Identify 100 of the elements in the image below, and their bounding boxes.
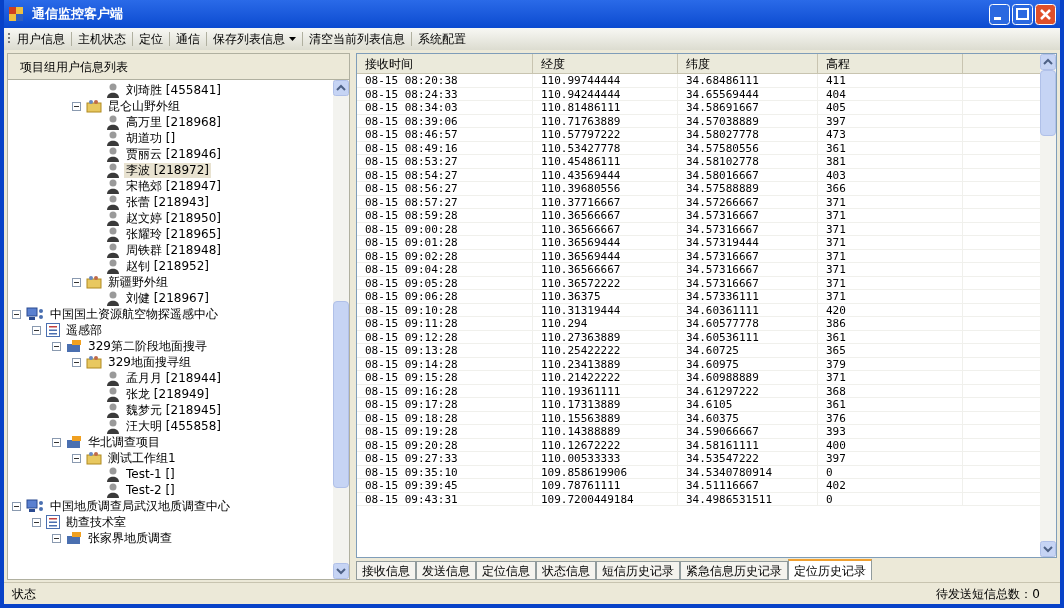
table-cell: 34.53547222 bbox=[678, 452, 818, 465]
scroll-thumb[interactable] bbox=[333, 301, 349, 489]
column-header[interactable]: 高程 bbox=[818, 54, 963, 73]
table-cell: 371 bbox=[818, 195, 963, 208]
collapse-icon[interactable] bbox=[52, 341, 61, 351]
close-icon[interactable] bbox=[1035, 3, 1056, 25]
tree-item[interactable]: 魏梦元 [218945] bbox=[124, 402, 223, 418]
collapse-icon[interactable] bbox=[12, 309, 21, 319]
tree-item[interactable]: 329地面搜寻组 bbox=[106, 354, 193, 370]
minimize-icon[interactable] bbox=[989, 3, 1010, 25]
tree-item[interactable]: 测试工作组1 bbox=[106, 450, 178, 466]
collapse-icon[interactable] bbox=[12, 501, 21, 511]
column-header[interactable]: 经度 bbox=[533, 54, 678, 73]
table-cell: 400 bbox=[818, 438, 963, 451]
tree-item[interactable]: 中国地质调查局武汉地质调查中心 bbox=[48, 498, 232, 514]
scroll-down-icon[interactable] bbox=[333, 563, 349, 579]
toolbar-button[interactable]: 保存列表信息 bbox=[207, 30, 302, 48]
table-cell: 34.51116667 bbox=[678, 479, 818, 492]
scrollbar[interactable] bbox=[333, 80, 349, 579]
tree-item[interactable]: 周铁群 [218948] bbox=[124, 242, 223, 258]
table-cell: 34.57038889 bbox=[678, 114, 818, 127]
collapse-icon[interactable] bbox=[32, 325, 41, 335]
table-cell: 08-15 09:06:28 bbox=[357, 290, 533, 303]
tree-item[interactable]: 胡道功 [] bbox=[124, 130, 178, 146]
toolbar-button[interactable]: 通信 bbox=[170, 30, 206, 48]
table-cell: 08-15 09:18:28 bbox=[357, 411, 533, 424]
folder-people-icon bbox=[86, 275, 102, 289]
tree-item[interactable]: 孟月月 [218944] bbox=[124, 370, 223, 386]
tree-item[interactable]: 勘查技术室 bbox=[64, 514, 128, 530]
tab[interactable]: 短信历史记录 bbox=[596, 561, 680, 580]
tree-item[interactable]: 华北调查项目 bbox=[86, 434, 162, 450]
network-icon bbox=[26, 307, 44, 321]
collapse-icon[interactable] bbox=[52, 533, 61, 543]
tree-item[interactable]: 中国国土资源航空物探遥感中心 bbox=[48, 306, 220, 322]
tree-item[interactable]: 李波 [218972] bbox=[124, 162, 211, 178]
tab[interactable]: 接收信息 bbox=[356, 561, 416, 580]
tab[interactable]: 发送信息 bbox=[416, 561, 476, 580]
toolbar-button[interactable]: 清空当前列表信息 bbox=[303, 30, 411, 48]
tab[interactable]: 状态信息 bbox=[536, 561, 596, 580]
table-cell: 110.31319444 bbox=[533, 303, 678, 316]
tree-item[interactable]: 张蕾 [218943] bbox=[124, 194, 211, 210]
tree-item[interactable]: 宋艳郊 [218947] bbox=[124, 178, 223, 194]
table-cell: 365 bbox=[818, 344, 963, 357]
tree-item[interactable]: 遥感部 bbox=[64, 322, 104, 338]
scrollbar[interactable] bbox=[1040, 54, 1056, 557]
person-icon bbox=[106, 130, 120, 146]
table-cell: 34.60375 bbox=[678, 411, 818, 424]
status-count: 待发送短信总数：0 bbox=[936, 585, 1041, 603]
tree-item[interactable]: 赵钊 [218952] bbox=[124, 258, 211, 274]
tree-item[interactable]: 汪大明 [455858] bbox=[124, 418, 223, 434]
tree-item[interactable]: Test-1 [] bbox=[124, 466, 177, 482]
table-cell: 08-15 09:15:28 bbox=[357, 371, 533, 384]
maximize-icon[interactable] bbox=[1012, 3, 1033, 25]
column-header[interactable]: 接收时间 bbox=[357, 54, 533, 73]
scroll-down-icon[interactable] bbox=[1040, 541, 1056, 557]
column-header[interactable]: 纬度 bbox=[678, 54, 818, 73]
tree-item[interactable]: 张耀玲 [218965] bbox=[124, 226, 223, 242]
tree-item[interactable]: 昆仑山野外组 bbox=[106, 98, 182, 114]
toolbar-button[interactable]: 系统配置 bbox=[412, 30, 472, 48]
table-cell: 34.57266667 bbox=[678, 195, 818, 208]
collapse-icon[interactable] bbox=[72, 101, 81, 111]
table-cell: 34.58691667 bbox=[678, 101, 818, 114]
tab[interactable]: 紧急信息历史记录 bbox=[680, 561, 788, 580]
tree-item[interactable]: 高万里 [218968] bbox=[124, 114, 223, 130]
table-cell: 34.58102778 bbox=[678, 155, 818, 168]
tree-item[interactable]: 赵文婷 [218950] bbox=[124, 210, 223, 226]
toolbar-button[interactable]: 定位 bbox=[133, 30, 169, 48]
table-cell: 110.39680556 bbox=[533, 182, 678, 195]
panel-header: 项目组用户信息列表 bbox=[8, 54, 349, 80]
tab[interactable]: 定位信息 bbox=[476, 561, 536, 580]
table-cell: 368 bbox=[818, 384, 963, 397]
scroll-up-icon[interactable] bbox=[1040, 54, 1056, 70]
table-cell: 371 bbox=[818, 276, 963, 289]
toolbar-button[interactable]: 用户信息 bbox=[11, 30, 71, 48]
table-cell: 08-15 09:39:45 bbox=[357, 479, 533, 492]
tree-item[interactable]: 张龙 [218949] bbox=[124, 386, 211, 402]
person-icon bbox=[106, 386, 120, 402]
collapse-icon[interactable] bbox=[72, 453, 81, 463]
table-cell: 08-15 08:57:27 bbox=[357, 195, 533, 208]
scroll-thumb[interactable] bbox=[1040, 70, 1056, 136]
tree-item[interactable]: 刘健 [218967] bbox=[124, 290, 211, 306]
tree-item[interactable]: 新疆野外组 bbox=[106, 274, 170, 290]
collapse-icon[interactable] bbox=[72, 277, 81, 287]
tree-item[interactable]: 刘琦胜 [455841] bbox=[124, 82, 223, 98]
list-icon bbox=[46, 515, 60, 529]
tree-item[interactable]: Test-2 [] bbox=[124, 482, 177, 498]
collapse-icon[interactable] bbox=[32, 517, 41, 527]
tree-item[interactable]: 329第二阶段地面搜寻 bbox=[86, 338, 209, 354]
scroll-up-icon[interactable] bbox=[333, 80, 349, 96]
table-cell: 110.12672222 bbox=[533, 438, 678, 451]
table-cell: 08-15 09:01:28 bbox=[357, 236, 533, 249]
tree-item[interactable]: 张家界地质调查 bbox=[86, 530, 174, 546]
toolbar-button[interactable]: 主机状态 bbox=[72, 30, 132, 48]
tree-item[interactable]: 贾丽云 [218946] bbox=[124, 146, 223, 162]
table-cell: 08-15 08:39:06 bbox=[357, 114, 533, 127]
collapse-icon[interactable] bbox=[52, 437, 61, 447]
table-cell: 34.57316667 bbox=[678, 222, 818, 235]
collapse-icon[interactable] bbox=[72, 357, 81, 367]
tab[interactable]: 定位历史记录 bbox=[788, 559, 872, 580]
dropdown-icon bbox=[289, 37, 296, 41]
